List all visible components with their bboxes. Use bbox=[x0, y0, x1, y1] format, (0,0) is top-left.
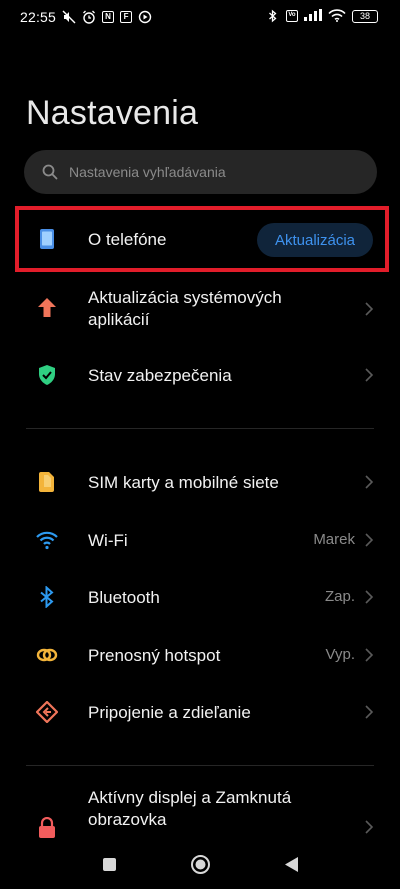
settings-item-label: Bluetooth bbox=[88, 588, 160, 607]
status-bar-left: 22:55 N F bbox=[20, 9, 152, 25]
wifi-icon bbox=[36, 531, 58, 550]
settings-item-wifi[interactable]: Wi-Fi Marek bbox=[0, 511, 400, 569]
volte-icon: Vo bbox=[286, 10, 298, 22]
navigation-bar bbox=[0, 838, 400, 889]
lock-icon bbox=[39, 817, 55, 838]
search-input[interactable]: Nastavenia vyhľadávania bbox=[24, 150, 377, 194]
chevron-right-icon bbox=[365, 590, 374, 604]
hotspot-icon bbox=[36, 648, 58, 662]
bluetooth-icon bbox=[40, 586, 54, 608]
section-divider bbox=[26, 765, 374, 766]
bluetooth-status-icon bbox=[266, 9, 280, 23]
chevron-right-icon bbox=[365, 533, 374, 547]
section-divider bbox=[26, 428, 374, 429]
wifi-status-icon bbox=[328, 9, 346, 23]
settings-item-lock-screen[interactable]: Aktívny displej a Zamknutá obrazovka bbox=[0, 780, 400, 838]
chevron-right-icon bbox=[365, 648, 374, 662]
settings-item-bluetooth[interactable]: Bluetooth Zap. bbox=[0, 568, 400, 626]
settings-item-connection-sharing[interactable]: Pripojenie a zdieľanie bbox=[0, 683, 400, 741]
status-time: 22:55 bbox=[20, 9, 57, 25]
settings-item-label: Aktualizácia systémových aplikácií bbox=[88, 288, 282, 329]
share-connection-icon bbox=[36, 701, 58, 723]
battery-level: 38 bbox=[359, 11, 370, 21]
mute-icon bbox=[62, 10, 76, 24]
settings-item-value: Vyp. bbox=[325, 646, 355, 663]
settings-item-label: Stav zabezpečenia bbox=[88, 366, 232, 385]
chevron-right-icon bbox=[365, 368, 374, 382]
alarm-icon bbox=[82, 10, 96, 24]
recents-button[interactable] bbox=[102, 857, 117, 872]
settings-item-value: Zap. bbox=[324, 588, 355, 605]
settings-item-value: Marek bbox=[313, 531, 355, 548]
chevron-right-icon bbox=[365, 705, 374, 719]
settings-item-label: SIM karty a mobilné siete bbox=[88, 473, 279, 492]
settings-item-label: Aktívny displej a Zamknutá obrazovka bbox=[88, 788, 292, 829]
nfc-icon: N bbox=[102, 11, 115, 23]
status-bar: 22:55 N F Vo 38 bbox=[0, 0, 400, 36]
settings-item-hotspot[interactable]: Prenosný hotspot Vyp. bbox=[0, 626, 400, 684]
settings-item-security-status[interactable]: Stav zabezpečenia bbox=[0, 346, 400, 404]
chevron-right-icon bbox=[365, 302, 374, 316]
home-button[interactable] bbox=[190, 854, 211, 875]
shield-check-icon bbox=[39, 365, 55, 385]
settings-item-system-apps-update[interactable]: Aktualizácia systémových aplikácií bbox=[0, 280, 400, 338]
chevron-right-icon bbox=[365, 475, 374, 489]
battery-icon: 38 bbox=[352, 9, 378, 23]
settings-item-label: Prenosný hotspot bbox=[88, 646, 221, 665]
highlight-box bbox=[15, 206, 389, 272]
back-button[interactable] bbox=[284, 856, 299, 873]
page-title: Nastavenia bbox=[26, 94, 199, 132]
sim-card-icon bbox=[39, 472, 54, 492]
media-icon bbox=[138, 10, 152, 24]
settings-item-label: Wi-Fi bbox=[88, 531, 128, 550]
signal-icon bbox=[304, 9, 322, 23]
search-placeholder: Nastavenia vyhľadávania bbox=[69, 164, 226, 180]
chevron-right-icon bbox=[365, 820, 374, 834]
settings-item-sim-cards[interactable]: SIM karty a mobilné siete bbox=[0, 453, 400, 511]
status-bar-right: Vo 38 bbox=[266, 9, 378, 23]
notification-app-icon: F bbox=[120, 11, 133, 23]
update-arrow-icon bbox=[38, 298, 56, 317]
settings-item-label: Pripojenie a zdieľanie bbox=[88, 703, 251, 722]
search-icon bbox=[42, 164, 58, 180]
